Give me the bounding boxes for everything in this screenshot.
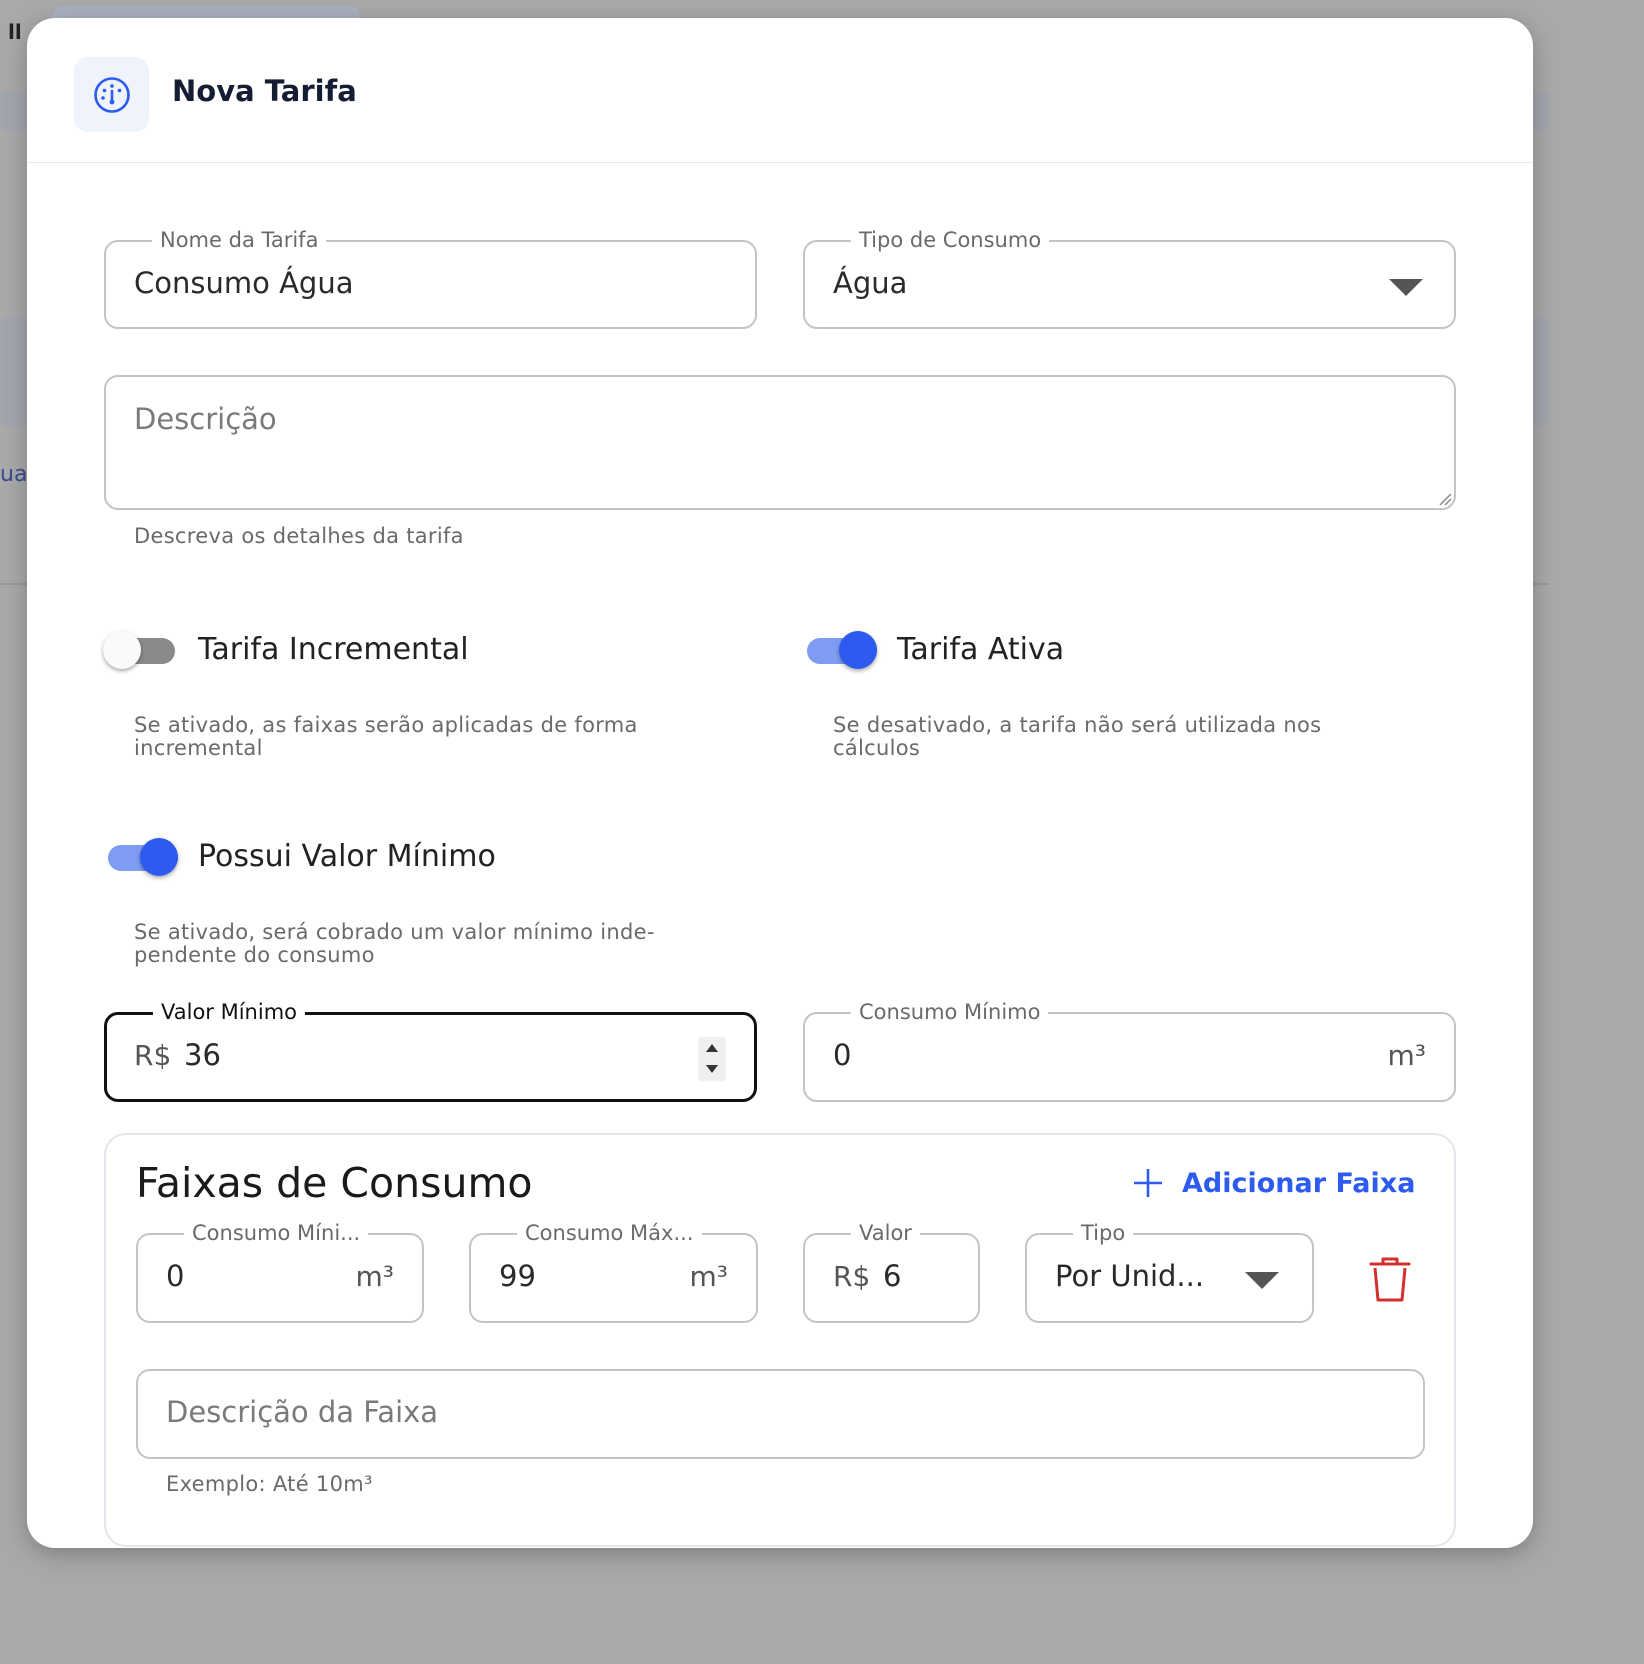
tipo-consumo-select[interactable]: Tipo de Consumo Água	[803, 227, 1456, 329]
descricao-helper: Descreva os detalhes da tarifa	[134, 524, 464, 548]
helper-line: Se ativado, será cobrado um valor mínimo…	[134, 920, 655, 944]
unit-suffix: m³	[689, 1260, 729, 1293]
tarifa-ativa-label: Tarifa Ativa	[897, 632, 1065, 667]
header-icon-box	[74, 57, 149, 132]
resize-handle-icon[interactable]	[1438, 492, 1452, 506]
faixa-consumo-max-label: Consumo Máx...	[517, 1220, 702, 1246]
faixa-descricao-input[interactable]: Descrição da Faixa	[136, 1369, 1425, 1459]
currency-prefix: R$	[134, 1039, 172, 1072]
faixa-consumo-min-value: 0	[166, 1259, 185, 1293]
helper-line: incremental	[134, 736, 263, 760]
spinner-up-icon[interactable]	[706, 1044, 718, 1052]
gauge-icon	[93, 76, 130, 113]
currency-prefix: R$	[833, 1260, 871, 1293]
possui-valor-minimo-label: Possui Valor Mínimo	[198, 839, 496, 874]
trash-icon[interactable]	[1368, 1255, 1412, 1303]
switch-thumb	[839, 631, 877, 669]
faixa-tipo-label: Tipo	[1073, 1220, 1134, 1246]
faixa-valor-label: Valor	[851, 1220, 920, 1246]
faixa-tipo-select[interactable]: Tipo Por Unid...	[1025, 1220, 1314, 1323]
faixa-descricao-placeholder: Descrição da Faixa	[166, 1395, 439, 1429]
number-spinner[interactable]	[698, 1037, 726, 1081]
spinner-down-icon[interactable]	[706, 1065, 718, 1073]
faixa-consumo-max-value: 99	[499, 1259, 536, 1293]
background-text-fragment: ua	[0, 462, 28, 487]
faixas-consumo-card: Faixas de Consumo Adicionar Faixa Consum…	[104, 1133, 1456, 1547]
valor-minimo-input[interactable]: Valor Mínimo R$ 36	[104, 999, 757, 1102]
faixas-title: Faixas de Consumo	[136, 1159, 533, 1207]
chevron-down-icon	[1245, 1272, 1279, 1289]
consumo-minimo-input[interactable]: Consumo Mínimo 0 m³	[803, 999, 1456, 1102]
helper-line: Se desativado, a tarifa não será utiliza…	[833, 713, 1322, 737]
faixa-consumo-min-input[interactable]: Consumo Míni... 0 m³	[136, 1220, 424, 1323]
valor-minimo-value: 36	[184, 1038, 221, 1072]
possui-valor-minimo-switch[interactable]	[106, 835, 182, 879]
tarifa-ativa-helper: Se desativado, a tarifa não será utiliza…	[833, 714, 1321, 760]
faixa-tipo-value: Por Unid...	[1055, 1259, 1205, 1293]
dialog-header: Nova Tarifa	[27, 18, 1533, 163]
chevron-down-icon	[1389, 279, 1423, 296]
tipo-consumo-value: Água	[833, 266, 908, 300]
valor-minimo-label: Valor Mínimo	[153, 999, 305, 1025]
nome-tarifa-value: Consumo Água	[134, 266, 354, 300]
descricao-textarea[interactable]: Descrição	[104, 375, 1456, 510]
consumo-minimo-value: 0	[833, 1038, 852, 1072]
switch-thumb	[103, 631, 141, 669]
adicionar-faixa-button[interactable]: Adicionar Faixa	[1132, 1163, 1415, 1203]
tarifa-ativa-switch[interactable]	[805, 628, 881, 672]
background-handle-icon: ll	[8, 20, 22, 44]
nome-tarifa-label: Nome da Tarifa	[152, 227, 327, 253]
tarifa-incremental-label: Tarifa Incremental	[198, 632, 469, 667]
faixa-valor-input[interactable]: Valor R$ 6	[803, 1220, 980, 1323]
dialog-title: Nova Tarifa	[172, 74, 357, 108]
nome-tarifa-field[interactable]: Nome da Tarifa Consumo Água	[104, 227, 757, 329]
tarifa-incremental-helper: Se ativado, as faixas serão aplicadas de…	[134, 714, 638, 760]
faixa-consumo-max-input[interactable]: Consumo Máx... 99 m³	[469, 1220, 758, 1323]
plus-icon	[1134, 1169, 1162, 1197]
unit-suffix: m³	[355, 1260, 395, 1293]
possui-valor-minimo-helper: Se ativado, será cobrado um valor mínimo…	[134, 921, 655, 967]
unit-suffix: m³	[1387, 1039, 1427, 1072]
faixa-consumo-min-label: Consumo Míni...	[184, 1220, 369, 1246]
helper-line: pendente do consumo	[134, 943, 375, 967]
faixa-descricao-helper: Exemplo: Até 10m³	[166, 1472, 373, 1496]
helper-line: cálculos	[833, 736, 921, 760]
adicionar-faixa-label: Adicionar Faixa	[1182, 1167, 1416, 1199]
descricao-placeholder: Descrição	[134, 402, 277, 436]
faixa-valor-value: 6	[883, 1259, 902, 1293]
tipo-consumo-label: Tipo de Consumo	[851, 227, 1050, 253]
tarifa-incremental-switch[interactable]	[103, 628, 179, 672]
consumo-minimo-label: Consumo Mínimo	[851, 999, 1049, 1025]
switch-thumb	[140, 838, 178, 876]
helper-line: Se ativado, as faixas serão aplicadas de…	[134, 713, 638, 737]
nova-tarifa-dialog: Nova Tarifa Nome da Tarifa Consumo Água …	[27, 18, 1533, 1548]
